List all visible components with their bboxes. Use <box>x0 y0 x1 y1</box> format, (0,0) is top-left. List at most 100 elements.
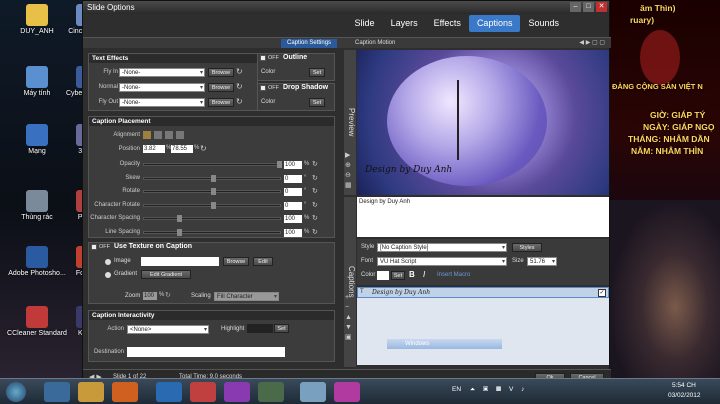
tab-caption-settings[interactable]: Caption Settings <box>281 39 338 48</box>
slider-handle[interactable] <box>210 201 216 209</box>
caption-list-tools-icon[interactable]: + − ▲ ▼ ▣ <box>345 293 352 343</box>
slider-value-input[interactable]: 0 <box>284 201 302 210</box>
caption-visible-checkbox[interactable]: ✓ <box>598 289 606 297</box>
slider-reset-icon[interactable]: ↻ <box>312 228 318 236</box>
scaling-select[interactable]: Fill Character <box>214 292 279 302</box>
gradient-radio[interactable] <box>105 272 111 278</box>
position-y-input[interactable]: 78.55 <box>171 145 193 153</box>
fly-out-refresh-icon[interactable]: ↻ <box>236 97 243 106</box>
tray-icons[interactable]: ⏶ ▣ ▦ V ♪ <box>470 386 527 394</box>
slider-track[interactable] <box>143 215 281 222</box>
outline-toggle[interactable] <box>260 55 266 61</box>
taskbar-firefox-icon[interactable] <box>112 382 138 402</box>
image-path-input[interactable] <box>141 257 219 266</box>
slider-value-input[interactable]: 0 <box>284 174 302 183</box>
taskbar-app2-icon[interactable] <box>258 382 284 402</box>
texture-edit-button[interactable]: Edit <box>253 257 273 266</box>
tab-captions[interactable]: Captions <box>468 15 521 32</box>
clock-time[interactable]: 5:54 CH <box>672 382 696 389</box>
texture-toggle[interactable] <box>91 244 97 250</box>
tab-layers[interactable]: Layers <box>383 15 426 32</box>
caption-list-item[interactable]: T Design by Duy Anh ✓ <box>357 287 609 298</box>
normal-browse-button[interactable]: Browse <box>208 83 234 92</box>
tab-sounds[interactable]: Sounds <box>520 15 567 32</box>
zoom-input[interactable]: 100 <box>143 292 157 300</box>
slider-track[interactable] <box>143 188 281 195</box>
styles-button[interactable]: Styles <box>512 243 542 252</box>
taskbar-yahoo-icon[interactable] <box>224 382 250 402</box>
fly-out-browse-button[interactable]: Browse <box>208 98 234 107</box>
slider-handle[interactable] <box>210 174 216 182</box>
nav-arrows-icon[interactable]: ◀ ▶ ▢ ▢ <box>579 39 605 46</box>
slider-track[interactable] <box>143 201 281 209</box>
slider-value-input[interactable]: 100 <box>284 215 302 223</box>
align-center-icon[interactable] <box>154 131 162 139</box>
language-indicator[interactable]: EN <box>452 386 461 393</box>
taskbar-folder-icon[interactable] <box>78 382 104 402</box>
tab-caption-motion[interactable]: Caption Motion <box>349 39 401 48</box>
slider-reset-icon[interactable]: ↻ <box>312 201 318 209</box>
taskbar-app-icon[interactable] <box>156 382 182 402</box>
align-right-icon[interactable] <box>165 131 173 139</box>
position-reset-icon[interactable]: ↻ <box>200 144 207 153</box>
preview-tools-icon[interactable]: ▶ ⊕ ⊖ ▦ <box>345 151 352 191</box>
close-button[interactable]: ✕ <box>596 2 607 12</box>
slider-label: Character Rotate <box>94 201 140 208</box>
slider-handle[interactable] <box>277 161 282 168</box>
maximize-button[interactable]: □ <box>583 2 594 12</box>
slider-handle[interactable] <box>210 188 216 195</box>
italic-button[interactable]: I <box>423 270 425 279</box>
tab-slide[interactable]: Slide <box>347 15 383 32</box>
taskbar-chrome-icon[interactable] <box>190 382 216 402</box>
fly-in-browse-button[interactable]: Browse <box>208 68 234 77</box>
style-select[interactable]: [No Caption Style] <box>377 243 507 253</box>
minimize-button[interactable]: – <box>570 2 581 12</box>
align-justify-icon[interactable] <box>176 131 184 139</box>
taskbar-ie-icon[interactable] <box>44 382 70 402</box>
taskbar-media-icon[interactable] <box>334 382 360 402</box>
image-radio[interactable] <box>105 259 111 265</box>
slider-reset-icon[interactable]: ↻ <box>312 174 318 182</box>
scaling-label: Scaling <box>191 293 211 299</box>
normal-refresh-icon[interactable]: ↻ <box>236 82 243 91</box>
fly-in-select[interactable]: -None- <box>119 68 205 78</box>
slider-handle[interactable] <box>177 215 183 222</box>
outline-set-button[interactable]: Set <box>309 68 325 77</box>
tab-effects[interactable]: Effects <box>426 15 469 32</box>
clock-date[interactable]: 03/02/2012 <box>668 392 701 399</box>
slider-track[interactable] <box>143 228 281 236</box>
drop-shadow-set-button[interactable]: Set <box>309 98 325 107</box>
normal-select[interactable]: -None- <box>119 83 205 93</box>
desktop-icon-label: Thùng rác <box>21 214 53 221</box>
slider-value-input[interactable]: 100 <box>284 161 302 169</box>
caption-text-area[interactable]: Design by Duy Anh <box>357 197 609 237</box>
slider-track[interactable] <box>143 161 282 168</box>
slider-track[interactable] <box>143 174 281 182</box>
taskbar-proshow-icon[interactable] <box>300 382 326 402</box>
texture-browse-button[interactable]: Browse <box>223 257 249 266</box>
size-select[interactable]: 51.76 <box>527 257 557 267</box>
position-x-input[interactable]: 3.82 <box>143 145 165 153</box>
edit-gradient-button[interactable]: Edit Gradient <box>141 270 191 279</box>
insert-macro-link[interactable]: Insert Macro <box>437 272 470 278</box>
highlight-color-swatch[interactable] <box>247 324 273 333</box>
fly-out-select[interactable]: -None- <box>119 98 205 108</box>
slider-handle[interactable] <box>177 228 183 236</box>
caption-color-swatch[interactable] <box>377 271 389 280</box>
highlight-set-button[interactable]: Set <box>274 324 289 333</box>
slider-reset-icon[interactable]: ↻ <box>312 214 318 222</box>
destination-input[interactable] <box>127 347 285 357</box>
caption-color-set-button[interactable]: Set <box>391 271 405 280</box>
start-button[interactable] <box>6 382 26 402</box>
slider-value-input[interactable]: 0 <box>284 188 302 196</box>
align-left-icon[interactable] <box>143 131 151 139</box>
action-select[interactable]: <None> <box>127 325 209 335</box>
bold-button[interactable]: B <box>409 270 415 279</box>
slider-reset-icon[interactable]: ↻ <box>312 160 318 168</box>
slider-value-input[interactable]: 100 <box>284 228 302 237</box>
drop-shadow-toggle[interactable] <box>260 85 266 91</box>
zoom-reset-icon[interactable]: ↻ <box>165 291 171 299</box>
font-select[interactable]: VU Hat Script <box>377 257 507 267</box>
slider-reset-icon[interactable]: ↻ <box>312 187 318 195</box>
fly-in-refresh-icon[interactable]: ↻ <box>236 67 243 76</box>
